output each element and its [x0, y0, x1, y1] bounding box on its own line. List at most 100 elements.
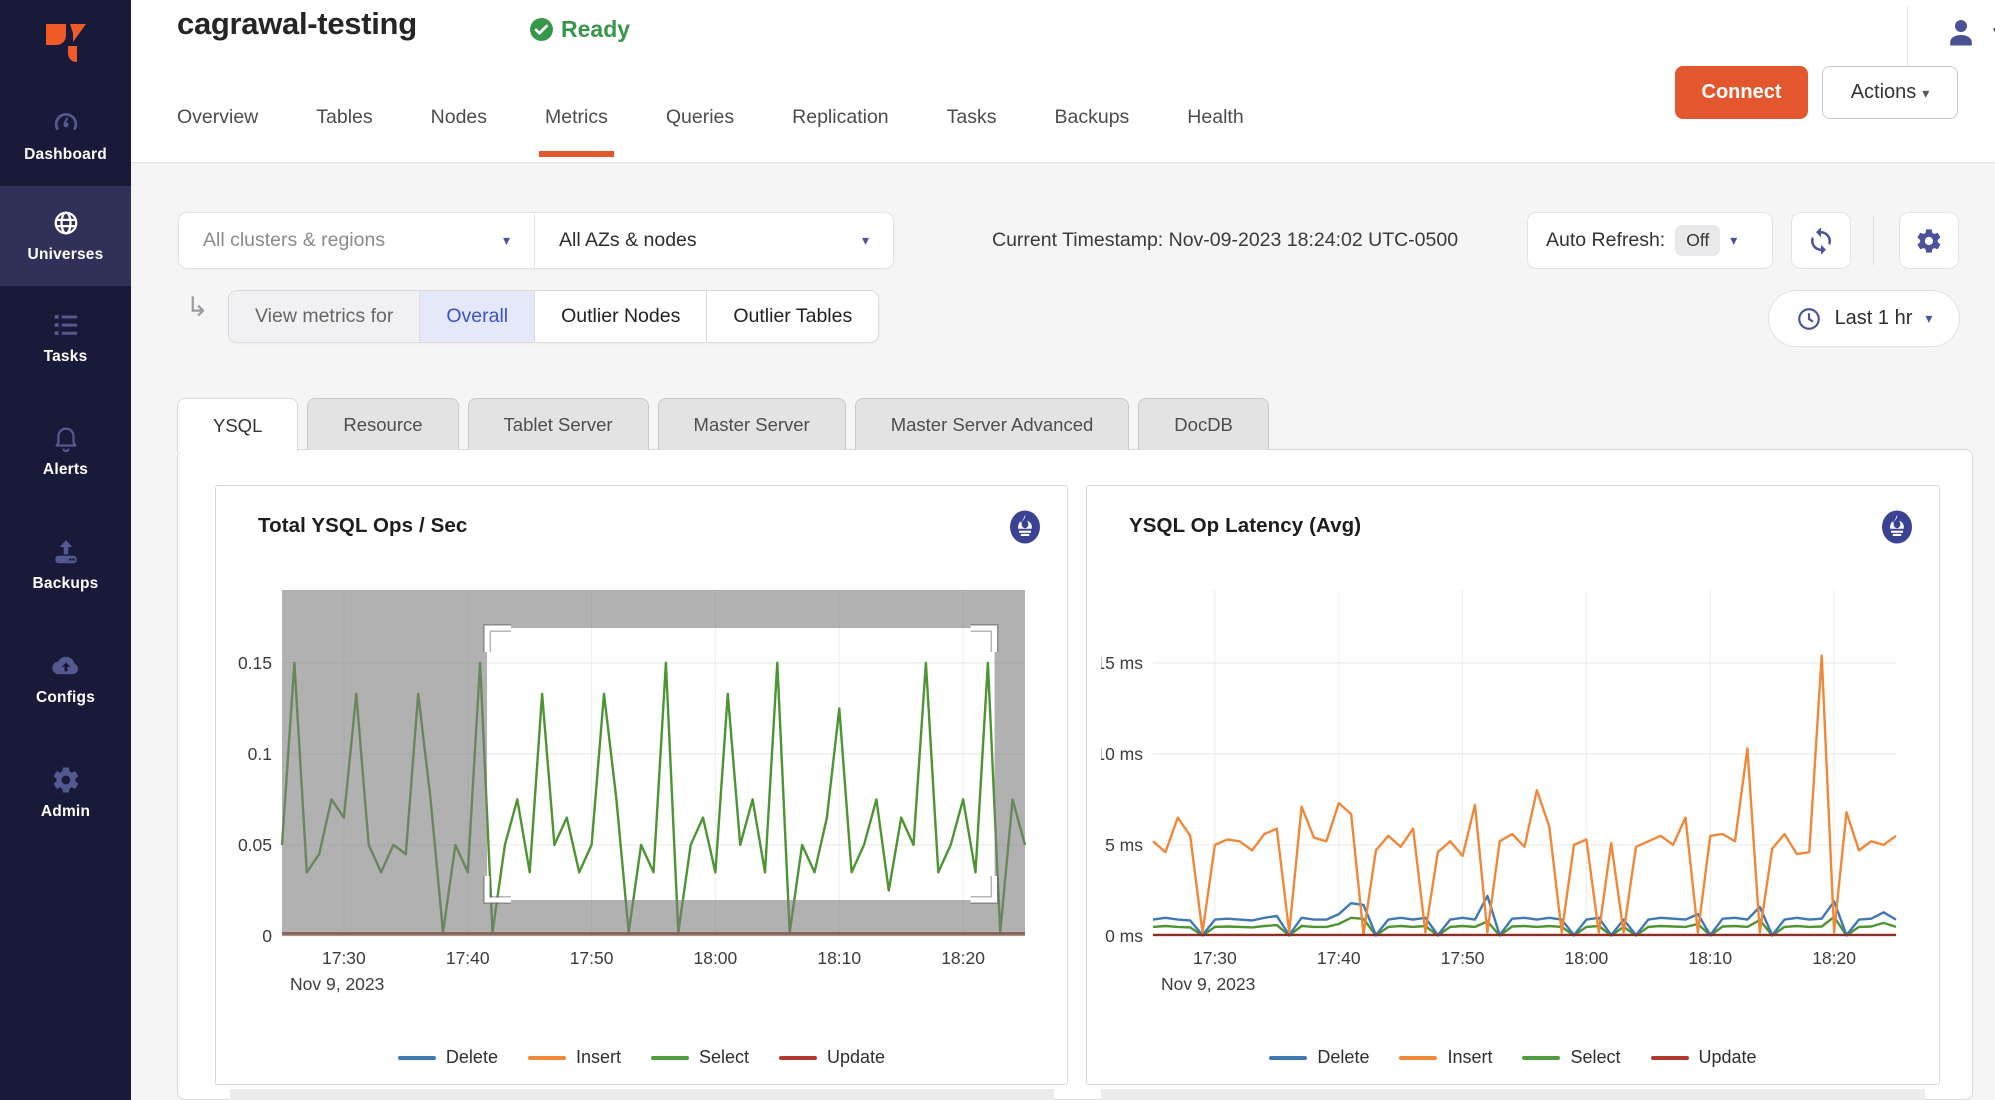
sidebar-item-admin[interactable]: Admin [0, 743, 131, 843]
legend-item-delete[interactable]: Delete [398, 1047, 498, 1068]
tab-replication[interactable]: Replication [792, 106, 888, 157]
auto-refresh-dropdown[interactable]: Auto Refresh: Off ▾ [1527, 212, 1773, 269]
sidebar-item-dashboard[interactable]: Dashboard [0, 86, 131, 186]
svg-text:18:00: 18:00 [1564, 948, 1608, 968]
chart-card-ysql-op-latency: YSQL Op Latency (Avg) 0 ms5 ms10 ms15 ms… [1086, 485, 1940, 1085]
actions-button[interactable]: Actions ▾ [1822, 66, 1958, 119]
header: cagrawal-testing Ready ▾ Overview Tables… [131, 0, 1995, 163]
svg-text:18:10: 18:10 [1688, 948, 1732, 968]
clusters-regions-dropdown[interactable]: All clusters & regions ▾ [179, 213, 535, 268]
legend-item-update[interactable]: Update [1651, 1047, 1757, 1068]
sidebar-item-tasks[interactable]: Tasks [0, 288, 131, 388]
legend-label: Insert [576, 1047, 621, 1068]
legend-item-delete[interactable]: Delete [1269, 1047, 1369, 1068]
sidebar-item-label: Backups [32, 575, 98, 593]
tab-backups[interactable]: Backups [1055, 106, 1130, 157]
chart-legend: Delete Insert Select Update [1087, 1047, 1939, 1068]
view-option-overall[interactable]: Overall [420, 291, 535, 342]
sidebar-item-label: Configs [36, 689, 95, 707]
tab-overview[interactable]: Overview [177, 106, 258, 157]
svg-text:5 ms: 5 ms [1105, 835, 1143, 855]
legend-label: Select [1570, 1047, 1620, 1068]
sidebar-item-label: Admin [41, 803, 90, 821]
time-range-dropdown[interactable]: Last 1 hr ▾ [1768, 290, 1960, 347]
svg-text:17:30: 17:30 [1193, 948, 1237, 968]
tab-health[interactable]: Health [1187, 106, 1243, 157]
chevron-down-icon: ▾ [1730, 232, 1737, 249]
metric-tab-resource[interactable]: Resource [307, 398, 458, 450]
ysql-latency-chart[interactable]: 0 ms5 ms10 ms15 ms17:3017:4017:5018:0018… [1101, 578, 1921, 1010]
sidebar-item-backups[interactable]: Backups [0, 515, 131, 615]
svg-text:0: 0 [262, 926, 272, 946]
legend-item-update[interactable]: Update [779, 1047, 885, 1068]
svg-text:Nov 9, 2023: Nov 9, 2023 [1161, 974, 1255, 994]
legend-item-insert[interactable]: Insert [528, 1047, 621, 1068]
tab-tables[interactable]: Tables [316, 106, 372, 157]
metric-tab-ysql[interactable]: YSQL [177, 398, 298, 452]
sidebar: Dashboard Universes Tasks Alerts Backups [0, 0, 131, 1100]
azs-nodes-value: All AZs & nodes [559, 229, 697, 252]
svg-text:0.15: 0.15 [238, 653, 272, 673]
actions-button-label: Actions [1851, 81, 1917, 103]
svg-text:10 ms: 10 ms [1101, 744, 1143, 764]
legend-item-select[interactable]: Select [651, 1047, 749, 1068]
tab-metrics[interactable]: Metrics [545, 106, 608, 157]
legend-label: Delete [446, 1047, 498, 1068]
chart-card-total-ysql-ops: Total YSQL Ops / Sec 00.050.10.1517:3017… [215, 485, 1068, 1085]
legend-swatch [1651, 1056, 1689, 1060]
upload-tray-icon [51, 537, 81, 567]
prometheus-icon[interactable] [1879, 508, 1915, 546]
sidebar-item-configs[interactable]: Configs [0, 629, 131, 729]
tab-nodes[interactable]: Nodes [431, 106, 487, 157]
refresh-button[interactable] [1791, 212, 1851, 269]
svg-text:0 ms: 0 ms [1105, 926, 1143, 946]
legend-item-insert[interactable]: Insert [1399, 1047, 1492, 1068]
status-label: Ready [561, 16, 630, 43]
refresh-icon [1806, 226, 1836, 256]
user-profile-icon[interactable] [1943, 14, 1979, 50]
time-range-value: Last 1 hr [1835, 307, 1913, 330]
svg-text:17:50: 17:50 [570, 948, 614, 968]
svg-text:17:40: 17:40 [446, 948, 490, 968]
metric-tab-tablet-server[interactable]: Tablet Server [468, 398, 649, 450]
sidebar-item-alerts[interactable]: Alerts [0, 401, 131, 501]
yugabyte-logo[interactable] [0, 10, 131, 76]
page-title: cagrawal-testing [177, 6, 417, 42]
ysql-ops-chart[interactable]: 00.050.10.1517:3017:4017:5018:0018:1018:… [230, 578, 1050, 1010]
metric-tab-docdb[interactable]: DocDB [1138, 398, 1269, 450]
chart-legend: Delete Insert Select Update [216, 1047, 1067, 1068]
prometheus-icon[interactable] [1007, 508, 1043, 546]
metrics-settings-button[interactable] [1899, 212, 1959, 269]
view-option-outlier-nodes[interactable]: Outlier Nodes [535, 291, 707, 342]
view-metrics-segmented-control: View metrics for Overall Outlier Nodes O… [228, 290, 879, 343]
tab-queries[interactable]: Queries [666, 106, 734, 157]
auto-refresh-label: Auto Refresh: [1546, 229, 1665, 252]
metric-tab-master-server[interactable]: Master Server [658, 398, 846, 450]
tab-tasks[interactable]: Tasks [947, 106, 997, 157]
legend-swatch [651, 1056, 689, 1060]
bell-icon [51, 423, 81, 453]
svg-text:17:50: 17:50 [1441, 948, 1485, 968]
sidebar-item-universes[interactable]: Universes [0, 186, 131, 286]
chart-title: YSQL Op Latency (Avg) [1129, 514, 1361, 538]
legend-label: Insert [1447, 1047, 1492, 1068]
legend-label: Delete [1317, 1047, 1369, 1068]
actions-caret-icon: ▾ [1922, 85, 1929, 101]
clock-icon [1796, 306, 1822, 332]
connect-button[interactable]: Connect [1675, 66, 1808, 119]
azs-nodes-dropdown[interactable]: All AZs & nodes ▾ [535, 213, 893, 268]
svg-text:17:40: 17:40 [1317, 948, 1361, 968]
globe-icon [51, 208, 81, 238]
view-option-outlier-tables[interactable]: Outlier Tables [707, 291, 878, 342]
check-circle-icon [529, 17, 554, 42]
svg-text:18:20: 18:20 [941, 948, 985, 968]
legend-swatch [1522, 1056, 1560, 1060]
legend-swatch [1269, 1056, 1307, 1060]
legend-swatch [528, 1056, 566, 1060]
metric-tab-master-server-advanced[interactable]: Master Server Advanced [855, 398, 1130, 450]
legend-item-select[interactable]: Select [1522, 1047, 1620, 1068]
legend-swatch [779, 1056, 817, 1060]
legend-label: Update [827, 1047, 885, 1068]
metric-category-tabs: YSQL Resource Tablet Server Master Serve… [177, 398, 1269, 450]
clusters-regions-value: All clusters & regions [203, 229, 385, 252]
